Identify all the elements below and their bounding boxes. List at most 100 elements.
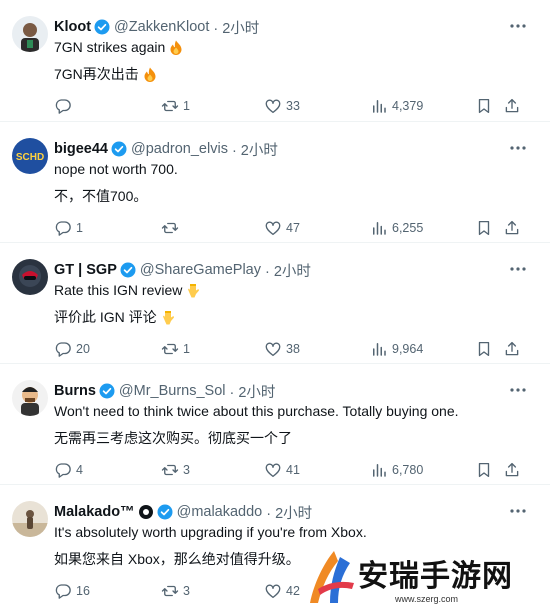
tweet-translation: 7GN再次出击	[54, 66, 139, 82]
tweet-text: 7GN strikes again	[54, 39, 166, 55]
share-icon	[505, 98, 519, 113]
views-chart-icon	[373, 100, 386, 113]
avatar[interactable]: SCHD	[12, 138, 48, 174]
views-chart-icon	[373, 222, 386, 235]
share-button[interactable]	[503, 219, 521, 237]
avatar[interactable]	[12, 16, 48, 52]
view-count: 6,780	[392, 463, 424, 477]
reply-button[interactable]: 16	[54, 582, 90, 600]
reply-button[interactable]: 4	[54, 461, 83, 479]
bookmark-button[interactable]	[475, 219, 493, 237]
more-options-icon[interactable]	[508, 140, 528, 156]
tweet-2[interactable]: SCHD bigee44 @padron_elvis · 2小时 nope no…	[0, 122, 550, 243]
display-name[interactable]: Malakado™	[54, 504, 135, 520]
like-button[interactable]: 38	[264, 340, 300, 358]
retweet-count: 1	[183, 99, 190, 113]
display-name[interactable]: Burns	[54, 383, 96, 399]
user-handle[interactable]: @malakaddo	[177, 504, 263, 520]
retweet-button[interactable]	[161, 219, 183, 237]
more-options-icon[interactable]	[508, 503, 528, 519]
tweet-text: nope not worth 700.	[54, 161, 178, 177]
reply-button[interactable]	[54, 97, 76, 115]
retweet-button[interactable]: 3	[161, 461, 190, 479]
retweet-icon	[161, 222, 179, 234]
verified-badge-icon	[157, 504, 173, 520]
share-icon	[505, 220, 519, 235]
retweet-button[interactable]: 1	[161, 97, 190, 115]
reply-icon	[55, 221, 71, 236]
like-count: 33	[286, 99, 300, 113]
timestamp[interactable]: · 2小时	[265, 260, 311, 281]
reply-button[interactable]: 20	[54, 340, 90, 358]
bookmark-icon	[478, 220, 490, 236]
heart-icon	[265, 342, 281, 357]
watermark-logo-icon	[304, 549, 358, 607]
fire-emoji-icon	[143, 67, 157, 82]
more-options-icon[interactable]	[508, 18, 528, 34]
tweet-3[interactable]: GT | SGP @ShareGamePlay · 2小时 Rate this …	[0, 243, 550, 364]
more-options-icon[interactable]	[508, 382, 528, 398]
display-name[interactable]: GT | SGP	[54, 262, 117, 278]
user-handle[interactable]: @Mr_Burns_Sol	[119, 383, 226, 399]
watermark-url: www.szerg.com	[395, 594, 459, 604]
user-handle[interactable]: @padron_elvis	[131, 141, 228, 157]
like-button[interactable]: 33	[264, 97, 300, 115]
bookmark-icon	[478, 462, 490, 478]
bookmark-button[interactable]	[475, 97, 493, 115]
like-button[interactable]: 41	[264, 461, 300, 479]
more-options-icon[interactable]	[508, 261, 528, 277]
tweet-translation: 评价此 IGN 评论	[54, 309, 157, 325]
bookmark-button[interactable]	[475, 340, 493, 358]
watermark-text: 安瑞手游网	[358, 559, 513, 594]
retweet-count: 3	[183, 584, 190, 598]
avatar[interactable]	[12, 259, 48, 295]
tweet-translation: 无需再三考虑这次购买。彻底买一个了	[54, 430, 292, 446]
like-button[interactable]: 47	[264, 219, 300, 237]
share-button[interactable]	[503, 97, 521, 115]
heart-icon	[265, 99, 281, 114]
display-name[interactable]: bigee44	[54, 141, 108, 157]
timestamp[interactable]: · 2小时	[230, 381, 276, 402]
views-button[interactable]: 6,780	[370, 461, 423, 479]
retweet-icon	[161, 464, 179, 476]
avatar[interactable]	[12, 501, 48, 537]
reply-button[interactable]: 1	[54, 219, 83, 237]
views-button[interactable]: 6,255	[370, 219, 423, 237]
timestamp[interactable]: · 2小时	[266, 502, 312, 523]
bookmark-icon	[478, 341, 490, 357]
reply-count: 4	[76, 463, 83, 477]
views-chart-icon	[373, 343, 386, 356]
user-handle[interactable]: @ShareGamePlay	[140, 262, 261, 278]
svg-text:SCHD: SCHD	[16, 152, 44, 163]
reply-count: 20	[76, 342, 90, 356]
tweet-translation: 如果您来自 Xbox，那么绝对值得升级。	[54, 551, 300, 567]
views-button[interactable]: 4,379	[370, 97, 423, 115]
tweet-4[interactable]: Burns @Mr_Burns_Sol · 2小时 Won't need to …	[0, 364, 550, 485]
heart-icon	[265, 463, 281, 478]
point-down-emoji-icon	[161, 310, 175, 325]
retweet-count: 1	[183, 342, 190, 356]
heart-icon	[265, 221, 281, 236]
views-button[interactable]: 9,964	[370, 340, 423, 358]
timestamp[interactable]: · 2小时	[213, 17, 259, 38]
like-count: 41	[286, 463, 300, 477]
like-button[interactable]: 42	[264, 582, 300, 600]
display-name[interactable]: Kloot	[54, 19, 91, 35]
avatar[interactable]	[12, 380, 48, 416]
retweet-count: 3	[183, 463, 190, 477]
bookmark-button[interactable]	[475, 461, 493, 479]
share-button[interactable]	[503, 461, 521, 479]
share-button[interactable]	[503, 340, 521, 358]
reply-icon	[55, 99, 71, 114]
reply-count: 1	[76, 221, 83, 235]
timestamp[interactable]: · 2小时	[232, 139, 278, 160]
user-handle[interactable]: @ZakkenKloot	[114, 19, 209, 35]
share-icon	[505, 341, 519, 356]
retweet-button[interactable]: 3	[161, 582, 190, 600]
retweet-button[interactable]: 1	[161, 340, 190, 358]
like-count: 38	[286, 342, 300, 356]
view-count: 6,255	[392, 221, 424, 235]
views-chart-icon	[373, 464, 386, 477]
tweet-1[interactable]: Kloot @ZakkenKloot · 2小时 7GN strikes aga…	[0, 0, 550, 122]
tweet-text: It's absolutely worth upgrading if you'r…	[54, 524, 367, 540]
